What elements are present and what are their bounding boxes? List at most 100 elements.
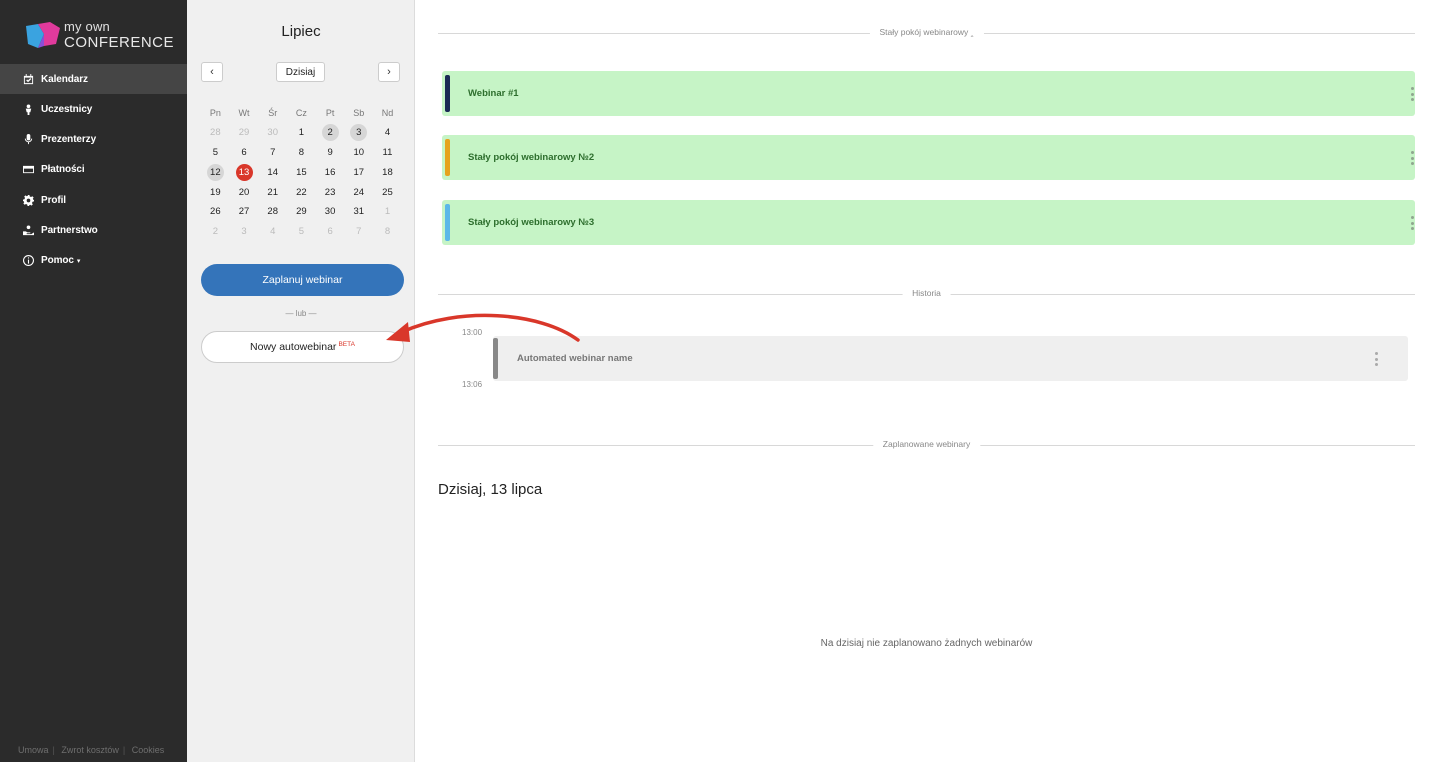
calendar-day-number: 28 — [210, 127, 221, 139]
calendar-day-number: 19 — [210, 186, 221, 198]
calendar-day-number: 20 — [238, 186, 250, 198]
nav-item-pomoc[interactable]: Pomoc ▾ — [0, 246, 187, 276]
calendar-day[interactable]: 28 — [201, 123, 230, 143]
footer-link-zwrot[interactable]: Zwrot kosztów — [61, 745, 119, 755]
calendar-day[interactable]: 10 — [344, 143, 373, 163]
calendar-day-number: 3 — [241, 226, 247, 238]
calendar-day[interactable]: 31 — [344, 202, 373, 222]
nav-item-prezenterzy[interactable]: Prezenterzy — [0, 125, 187, 155]
calendar-day-number: 8 — [384, 226, 391, 238]
calendar-day[interactable]: 9 — [316, 143, 345, 163]
calendar-day[interactable]: 27 — [230, 202, 259, 222]
history-webinar-card[interactable]: Automated webinar name — [493, 336, 1408, 381]
calendar-day[interactable]: 28 — [258, 202, 287, 222]
new-autowebinar-button[interactable]: Nowy autowebinar BETA — [201, 331, 404, 363]
scheduled-section-label: Zaplanowane webinary — [872, 439, 981, 449]
calendar-icon — [22, 73, 34, 85]
nav-label: Pomoc — [41, 255, 74, 267]
microphone-icon — [22, 134, 34, 146]
calendar-day[interactable]: 12 — [201, 162, 230, 182]
calendar-day[interactable]: 4 — [258, 222, 287, 242]
calendar-day[interactable]: 25 — [373, 182, 402, 202]
schedule-webinar-button[interactable]: Zaplanuj webinar — [201, 264, 404, 296]
calendar-day[interactable]: 14 — [258, 162, 287, 182]
calendar-day[interactable]: 18 — [373, 162, 402, 182]
room-name: Webinar #1 — [468, 88, 519, 99]
chevron-right-icon: › — [387, 66, 391, 78]
calendar-week: 2 3 4 5 6 7 8 — [201, 222, 402, 242]
kebab-menu-icon[interactable] — [1409, 87, 1415, 101]
nav-label: Kalendarz — [41, 73, 88, 85]
calendar-week: 28 29 30 1 2 3 4 — [201, 123, 402, 143]
brand-line2: CONFERENCE — [64, 34, 175, 51]
calendar-day[interactable]: 3 — [344, 123, 373, 143]
calendar-day[interactable]: 26 — [201, 202, 230, 222]
calendar-day[interactable]: 21 — [258, 182, 287, 202]
kebab-menu-icon[interactable] — [1409, 216, 1415, 230]
brand-line1: my own — [64, 19, 110, 34]
history-section-divider: Historia — [438, 288, 1415, 298]
calendar-day[interactable]: 16 — [316, 162, 345, 182]
calendar-day-number: 25 — [382, 186, 393, 198]
nav-item-partnerstwo[interactable]: Partnerstwo — [0, 215, 187, 245]
calendar-day[interactable]: 6 — [316, 222, 345, 242]
calendar-day[interactable]: 15 — [287, 162, 316, 182]
calendar-day[interactable]: 4 — [373, 123, 402, 143]
calendar-day[interactable]: 6 — [230, 143, 259, 163]
weekday-label: Sb — [353, 107, 365, 118]
calendar-day-number: 28 — [267, 206, 278, 218]
calendar-day[interactable]: 8 — [373, 222, 402, 242]
calendar-day[interactable]: 11 — [373, 143, 402, 163]
calendar-day-today[interactable]: 13 — [230, 162, 259, 182]
calendar-day[interactable]: 1 — [373, 202, 402, 222]
calendar-day[interactable]: 20 — [230, 182, 259, 202]
calendar-day[interactable]: 7 — [344, 222, 373, 242]
calendar-week: 5 6 7 8 9 10 11 — [201, 143, 402, 163]
calendar-day-number: 18 — [382, 166, 393, 178]
calendar-day[interactable]: 8 — [287, 143, 316, 163]
kebab-menu-icon[interactable] — [1373, 352, 1379, 366]
beta-badge: BETA — [338, 340, 355, 348]
calendar-day[interactable]: 17 — [344, 162, 373, 182]
next-month-button[interactable]: › — [378, 62, 400, 82]
calendar-day[interactable]: 3 — [230, 222, 259, 242]
calendar-day[interactable]: 7 — [258, 143, 287, 163]
nav-item-uczestnicy[interactable]: Uczestnicy — [0, 94, 187, 124]
room-card[interactable]: Stały pokój webinarowy №2 — [442, 135, 1415, 180]
nav-item-kalendarz[interactable]: Kalendarz — [0, 64, 187, 94]
calendar-day[interactable]: 24 — [344, 182, 373, 202]
footer-link-cookies[interactable]: Cookies — [132, 745, 165, 755]
calendar-day-number: 7 — [356, 226, 362, 238]
today-button[interactable]: Dzisiaj — [276, 62, 325, 82]
weekday-label: Cz — [295, 107, 307, 118]
weekday-label: Śr — [268, 107, 278, 118]
weekday-label: Nd — [381, 107, 394, 118]
calendar-day[interactable]: 23 — [316, 182, 345, 202]
nav-item-platnosci[interactable]: Płatności — [0, 155, 187, 185]
room-card[interactable]: Webinar #1 — [442, 71, 1415, 116]
calendar-day[interactable]: 5 — [287, 222, 316, 242]
calendar-day[interactable]: 2 — [201, 222, 230, 242]
calendar-day[interactable]: 19 — [201, 182, 230, 202]
calendar-day[interactable]: 2 — [316, 123, 345, 143]
calendar-grid: Pn Wt Śr Cz Pt Sb Nd 28 29 30 1 2 3 4 5 6 7 8 9 10 11 12 13 14 1… — [201, 103, 402, 242]
room-card[interactable]: Stały pokój webinarowy №3 — [442, 200, 1415, 245]
calendar-day-number: 13 — [235, 163, 253, 181]
calendar-day[interactable]: 22 — [287, 182, 316, 202]
brand-logo[interactable]: my own CONFERENCE — [24, 18, 174, 52]
calendar-day-number: 2 — [321, 124, 339, 142]
sidebar: my own CONFERENCE Kalendarz Uczestnicy P… — [0, 0, 187, 762]
calendar-day[interactable]: 29 — [287, 202, 316, 222]
nav-item-profil[interactable]: Profil — [0, 185, 187, 215]
permanent-section-label[interactable]: Stały pokój webinarowy ‸ — [869, 27, 984, 38]
calendar-day[interactable]: 1 — [287, 123, 316, 143]
calendar-day[interactable]: 30 — [258, 123, 287, 143]
logo-mark-icon — [26, 22, 60, 48]
calendar-day[interactable]: 5 — [201, 143, 230, 163]
kebab-menu-icon[interactable] — [1409, 151, 1415, 165]
calendar-day[interactable]: 30 — [316, 202, 345, 222]
prev-month-button[interactable]: ‹ — [201, 62, 223, 82]
calendar-day[interactable]: 29 — [230, 123, 259, 143]
footer-link-umowa[interactable]: Umowa — [18, 745, 49, 755]
history-end-time: 13:06 — [462, 380, 483, 389]
